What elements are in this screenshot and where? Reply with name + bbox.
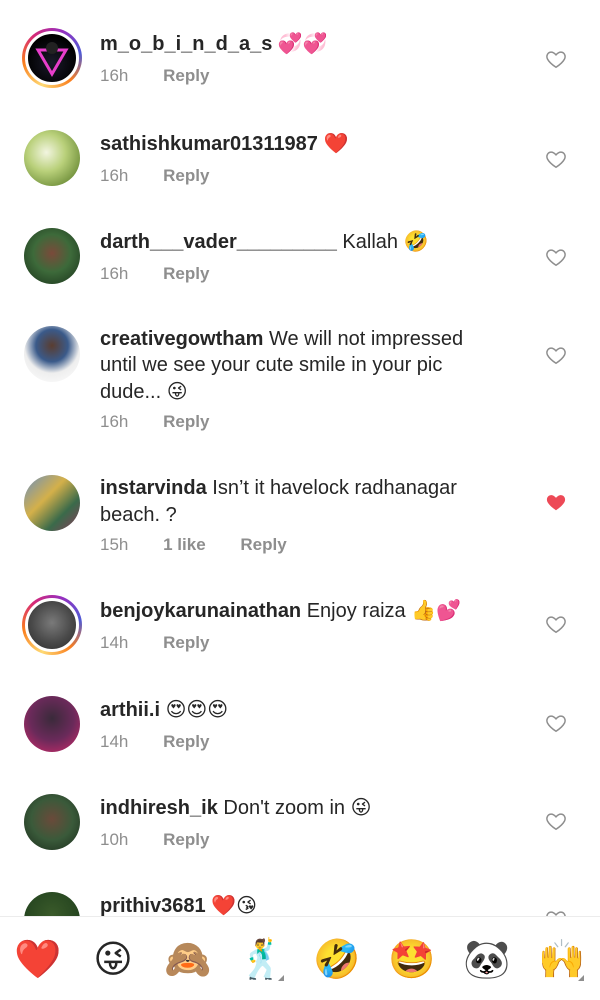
comment-text: darth___vader_________ Kallah 🤣	[100, 228, 500, 255]
comment-meta: 10h Reply	[100, 830, 239, 850]
comment-meta: 15h 1 like Reply	[100, 535, 317, 555]
comment-emoji: ❤️😘	[211, 893, 257, 916]
avatar-container[interactable]	[22, 226, 82, 286]
like-heart-icon[interactable]	[545, 344, 567, 366]
comment-emoji: 👍💕	[411, 598, 462, 622]
reply-button[interactable]: Reply	[240, 535, 286, 554]
comment-meta: 16h Reply	[100, 264, 239, 284]
avatar-container[interactable]	[22, 324, 82, 384]
quick-reaction-bar: ❤️ 😜 🙈 🕺 🤣 🤩 🐼 🙌	[0, 916, 600, 1000]
comment-body: Kallah	[342, 231, 399, 253]
avatar	[24, 130, 80, 186]
skin-tone-indicator-icon	[278, 975, 284, 981]
comment-meta: 14h Reply	[100, 633, 239, 653]
avatar-container[interactable]	[22, 890, 82, 916]
reaction-panda-emoji[interactable]: 🐼	[463, 935, 511, 983]
comment-text: m_o_b_i_n_d_a_s 💞💞	[100, 30, 500, 57]
comment-emoji: 😍😍😍	[165, 697, 229, 721]
reply-button[interactable]: Reply	[163, 166, 209, 185]
liked-heart-icon[interactable]	[545, 491, 567, 513]
comment-emoji: 💞💞	[277, 31, 328, 55]
avatar	[24, 696, 80, 752]
comment-meta: 16h Reply	[100, 66, 239, 86]
like-heart-icon[interactable]	[545, 810, 567, 832]
comment-meta: 14h Reply	[100, 732, 239, 752]
reply-button[interactable]: Reply	[163, 830, 209, 849]
comment-emoji: 😜	[350, 795, 372, 819]
comment-meta: 16h Reply	[100, 412, 239, 432]
avatar	[25, 31, 79, 85]
reaction-star-struck-emoji[interactable]: 🤩	[388, 935, 436, 983]
reaction-rofl-emoji[interactable]: 🤣	[313, 935, 361, 983]
like-heart-icon[interactable]	[545, 48, 567, 70]
reply-button[interactable]: Reply	[163, 633, 209, 652]
comment-text: creativegowtham We will not impressed un…	[100, 326, 500, 405]
comment-username[interactable]: arthii.i	[100, 699, 160, 721]
comment-time: 16h	[100, 166, 129, 185]
avatar	[24, 892, 80, 916]
avatar-container[interactable]	[22, 694, 82, 754]
reply-button[interactable]: Reply	[163, 264, 209, 283]
comment-text: arthii.i 😍😍😍	[100, 696, 500, 723]
comment-username[interactable]: creativegowtham	[100, 328, 263, 350]
avatar-container[interactable]	[22, 792, 82, 852]
reaction-dancing-emoji[interactable]: 🕺	[238, 935, 286, 983]
comment-emoji: 😜	[166, 379, 188, 403]
comment-time: 14h	[100, 633, 129, 652]
comment-username[interactable]: indhiresh_ik	[100, 797, 218, 819]
reaction-wink-tongue-emoji[interactable]: 😜	[89, 935, 137, 983]
comment-body: Enjoy raiza	[306, 600, 406, 622]
avatar	[24, 794, 80, 850]
avatar	[25, 598, 79, 652]
avatar	[24, 475, 80, 531]
comment-emoji: ❤️	[323, 131, 349, 155]
reply-button[interactable]: Reply	[163, 66, 209, 85]
like-heart-icon[interactable]	[545, 148, 567, 170]
comment-text: indhiresh_ik Don't zoom in 😜	[100, 794, 500, 821]
reaction-see-no-evil-emoji[interactable]: 🙈	[164, 935, 212, 983]
comment-time: 15h	[100, 535, 129, 554]
comment-text: instarvinda Isn’t it havelock radhanagar…	[100, 475, 500, 528]
comment-time: 14h	[100, 732, 129, 751]
avatar-container[interactable]	[22, 128, 82, 188]
reply-button[interactable]: Reply	[163, 732, 209, 751]
reaction-raised-hands-emoji[interactable]: 🙌	[538, 935, 586, 983]
reaction-heart-emoji[interactable]: ❤️	[14, 935, 62, 983]
comments-list: m_o_b_i_n_d_a_s 💞💞 16h Reply sathishkuma…	[0, 0, 600, 916]
like-heart-icon[interactable]	[545, 712, 567, 734]
comment-body: Don't zoom in	[223, 797, 346, 819]
like-heart-icon[interactable]	[545, 613, 567, 635]
likes-count[interactable]: 1 like	[163, 535, 206, 554]
comment-text: sathishkumar01311987 ❤️	[100, 130, 500, 157]
like-heart-icon[interactable]	[545, 246, 567, 268]
reply-button[interactable]: Reply	[163, 412, 209, 431]
comment-time: 16h	[100, 66, 129, 85]
comment-username[interactable]: m_o_b_i_n_d_a_s	[100, 33, 272, 55]
comment-username[interactable]: instarvinda	[100, 477, 207, 499]
avatar-container[interactable]	[22, 473, 82, 533]
comment-username[interactable]: sathishkumar01311987	[100, 133, 318, 155]
comment-text: benjoykarunainathan Enjoy raiza 👍💕	[100, 597, 500, 624]
comment-username[interactable]: benjoykarunainathan	[100, 600, 301, 622]
avatar	[24, 228, 80, 284]
like-heart-icon[interactable]	[545, 908, 567, 916]
avatar-story-ring[interactable]	[22, 28, 82, 88]
comment-emoji: 🤣	[403, 229, 429, 253]
comment-meta: 16h Reply	[100, 166, 239, 186]
comment-username[interactable]: darth___vader_________	[100, 231, 337, 253]
comment-username[interactable]: prithiv3681	[100, 895, 206, 916]
comment-time: 10h	[100, 830, 129, 849]
comment-text: prithiv3681 ❤️😘	[100, 892, 500, 916]
comment-time: 16h	[100, 264, 129, 283]
avatar	[24, 326, 80, 382]
avatar-story-ring[interactable]	[22, 595, 82, 655]
comment-time: 16h	[100, 412, 129, 431]
skin-tone-indicator-icon	[578, 975, 584, 981]
